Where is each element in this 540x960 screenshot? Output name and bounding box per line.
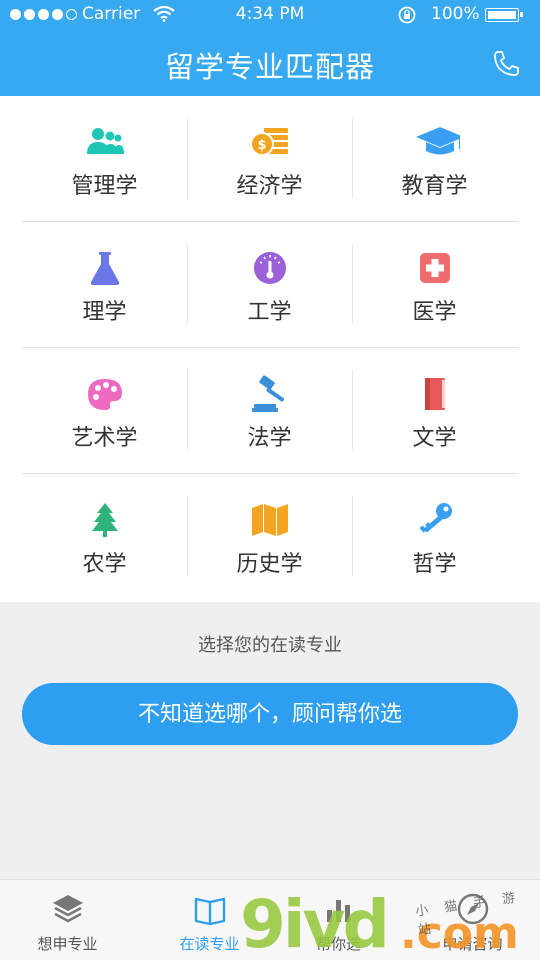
book-icon (424, 378, 445, 410)
major-arts[interactable]: 艺术学 (22, 348, 187, 474)
major-literature[interactable]: 文学 (352, 348, 517, 474)
header: Carrier 4:34 PM 100% 留学专业匹配器 (0, 0, 540, 96)
majors-row: 农学 历史学 哲学 (22, 474, 518, 600)
palette-icon (87, 379, 122, 410)
bar-chart-icon (326, 900, 350, 922)
major-engineering[interactable]: 工学 (187, 222, 352, 348)
major-label: 教育学 (401, 174, 468, 199)
tab-label: 帮你选 (315, 935, 361, 953)
page-title: 留学专业匹配器 (164, 50, 375, 84)
major-label: 理学 (82, 300, 127, 325)
major-medicine[interactable]: 医学 (352, 222, 517, 348)
major-label: 农学 (82, 552, 127, 577)
tab-label: 想申专业 (37, 935, 98, 953)
majors-row: 理学 工学 医学 (22, 222, 518, 348)
layers-icon (52, 895, 83, 923)
people-icon (86, 128, 124, 154)
major-label: 管理学 (71, 174, 138, 199)
map-icon (251, 504, 288, 536)
tab-consult[interactable]: 申请咨询 (405, 880, 540, 960)
major-agriculture[interactable]: 农学 (22, 474, 187, 600)
battery-percent: 100% (431, 4, 480, 24)
majors-row: 管理学 $ 经济学 教育学 (22, 96, 518, 222)
gavel-icon (251, 375, 284, 412)
flask-icon (90, 252, 119, 285)
tab-help-choose[interactable]: 帮你选 (271, 880, 406, 960)
major-management[interactable]: 管理学 (22, 96, 187, 222)
tab-label: 在读专业 (179, 935, 240, 953)
tab-bar: 想申专业 在读专业 帮你选 申请咨询 (0, 879, 540, 960)
major-economics[interactable]: $ 经济学 (187, 96, 352, 222)
svg-text:$: $ (257, 138, 266, 153)
key-icon (419, 503, 452, 533)
open-book-icon (194, 897, 225, 926)
medical-cross-icon (419, 253, 450, 283)
tab-current-major[interactable]: 在读专业 (142, 880, 277, 960)
selection-hint: 选择您的在读专业 (198, 635, 342, 656)
compass-icon (457, 893, 488, 925)
major-science[interactable]: 理学 (22, 222, 187, 348)
major-education[interactable]: 教育学 (352, 96, 517, 222)
major-label: 法学 (247, 426, 292, 451)
tree-icon (91, 503, 118, 537)
majors-grid: 管理学 $ 经济学 教育学 理学 工学 医学 艺术学 法学 文学 农学 历史学 … (0, 96, 540, 602)
phone-icon[interactable] (490, 48, 522, 80)
major-label: 哲学 (412, 552, 457, 577)
majors-row: 艺术学 法学 文学 (22, 348, 518, 474)
gauge-icon (253, 252, 286, 284)
graduation-cap-icon (415, 127, 460, 155)
tab-label: 申请咨询 (442, 935, 503, 953)
major-label: 历史学 (236, 552, 303, 577)
major-label: 文学 (412, 426, 457, 451)
major-history[interactable]: 历史学 (187, 474, 352, 600)
major-law[interactable]: 法学 (187, 348, 352, 474)
rotation-lock-icon (398, 6, 416, 24)
tab-desired-major[interactable]: 想申专业 (0, 880, 135, 960)
major-label: 艺术学 (71, 426, 138, 451)
coins-icon: $ (249, 128, 288, 156)
major-label: 经济学 (236, 174, 303, 199)
battery-icon (485, 8, 523, 22)
major-philosophy[interactable]: 哲学 (352, 474, 517, 600)
advisor-help-button[interactable]: 不知道选哪个，顾问帮你选 (22, 683, 518, 745)
major-label: 医学 (412, 300, 457, 325)
status-bar: Carrier 4:34 PM 100% (0, 0, 540, 30)
major-label: 工学 (247, 300, 292, 325)
